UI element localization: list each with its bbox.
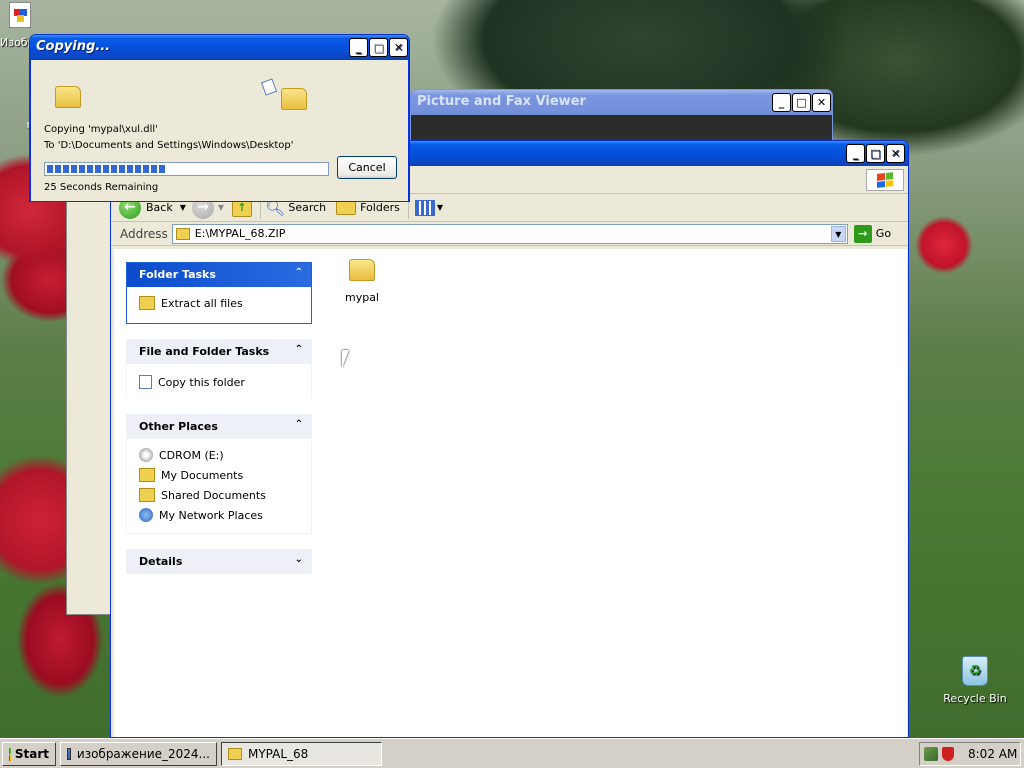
mouse-cursor (342, 350, 349, 368)
copying-filename: Copying 'mypal\xul.dll' (44, 124, 158, 135)
maximize-button[interactable]: □ (792, 93, 811, 112)
network-places-icon (139, 508, 153, 522)
copy-icon (139, 375, 152, 389)
background-window[interactable] (66, 180, 114, 615)
start-button[interactable]: Start (2, 742, 56, 766)
other-places-cdrom[interactable]: CDROM (E:) (139, 445, 299, 465)
other-places-body: CDROM (E:) My Documents Shared Documents… (127, 439, 311, 531)
copying-destination: To 'D:\Documents and Settings\Windows\De… (44, 140, 294, 151)
address-field[interactable]: E:\MYPAL_68.ZIP ▼ (171, 223, 848, 244)
other-places-header[interactable]: Other Places ⌃ (127, 415, 311, 439)
collapse-chevron-icon[interactable]: ⌃ (295, 267, 303, 278)
zip-folder-icon (175, 227, 190, 240)
image-file-icon (9, 2, 31, 28)
copy-this-folder-link[interactable]: Copy this folder (139, 372, 299, 392)
folder-tasks-body: Extract all files (127, 287, 311, 319)
expand-chevron-icon[interactable]: ⌄ (295, 554, 303, 565)
other-places-pane: Other Places ⌃ CDROM (E:) My Documents S… (126, 414, 312, 534)
copying-dialog-body: Copying 'mypal\xul.dll' To 'D:\Documents… (30, 60, 409, 201)
copying-dialog-title: Copying... (36, 39, 111, 54)
cdrom-icon (139, 448, 153, 462)
time-remaining: 25 Seconds Remaining (44, 182, 159, 193)
chevron-down-icon[interactable]: ▼ (218, 203, 224, 212)
destination-folder-icon (281, 88, 307, 110)
folders-button[interactable]: Folders (336, 200, 400, 215)
other-places-my-documents[interactable]: My Documents (139, 465, 299, 485)
fax-viewer-title: Picture and Fax Viewer (417, 94, 586, 109)
chevron-down-icon[interactable]: ▼ (180, 203, 186, 212)
folder-tasks-header[interactable]: Folder Tasks ⌃ (127, 263, 311, 287)
shared-documents-icon (139, 488, 155, 502)
maximize-button[interactable]: □ (369, 38, 388, 57)
extract-all-files-link[interactable]: Extract all files (139, 293, 299, 313)
folder-icon (349, 259, 375, 281)
file-item-mypal[interactable]: mypal (340, 257, 384, 304)
recycle-bin[interactable]: ♻ Recycle Bin (940, 656, 1010, 705)
views-button[interactable]: ▼ (414, 199, 443, 216)
details-header[interactable]: Details ⌄ (127, 550, 311, 574)
copy-progress-bar (44, 162, 329, 176)
go-button[interactable]: → Go (853, 224, 891, 243)
address-dropdown-button[interactable]: ▼ (830, 225, 846, 242)
cancel-button[interactable]: Cancel (337, 156, 397, 179)
file-folder-tasks-header[interactable]: File and Folder Tasks ⌃ (127, 340, 311, 364)
recycle-bin-icon: ♻ (962, 656, 988, 686)
file-folder-tasks-pane: File and Folder Tasks ⌃ Copy this folder (126, 339, 312, 400)
file-folder-tasks-body: Copy this folder (127, 364, 311, 400)
minimize-button[interactable]: _ (349, 38, 368, 57)
copying-dialog[interactable]: Copying... _ □ ✕ Copying 'mypal\xul.dll'… (29, 34, 410, 202)
fax-viewer-titlebar[interactable]: Picture and Fax Viewer _ □ ✕ (411, 90, 832, 115)
system-tray: 8:02 AM (919, 742, 1021, 766)
collapse-chevron-icon[interactable]: ⌃ (295, 344, 303, 355)
taskbar-task-image[interactable]: изображение_2024... (60, 742, 217, 766)
windows-logo-icon (866, 169, 904, 191)
my-documents-icon (139, 468, 155, 482)
details-pane: Details ⌄ (126, 549, 312, 574)
copy-progress-fill (47, 165, 167, 173)
network-tray-icon[interactable] (924, 747, 938, 761)
address-bar: Address E:\MYPAL_68.ZIP ▼ → Go (111, 222, 908, 246)
address-label: Address (120, 226, 168, 241)
clock: 8:02 AM (968, 747, 1018, 761)
minimize-button[interactable]: _ (846, 144, 865, 163)
image-viewer-icon (67, 748, 71, 760)
address-value: E:\MYPAL_68.ZIP (194, 227, 286, 240)
windows-logo-icon (9, 747, 11, 761)
maximize-button[interactable]: □ (866, 144, 885, 163)
source-folder-icon (55, 86, 81, 108)
copying-dialog-titlebar[interactable]: Copying... _ □ ✕ (30, 35, 409, 60)
flying-paper-icon (260, 78, 278, 96)
close-button[interactable]: ✕ (886, 144, 905, 163)
file-item-label: mypal (344, 291, 379, 304)
close-button[interactable]: ✕ (812, 93, 831, 112)
chevron-down-icon[interactable]: ▼ (437, 203, 443, 212)
taskbar-task-mypal[interactable]: MYPAL_68 (221, 742, 382, 766)
collapse-chevron-icon[interactable]: ⌃ (295, 419, 303, 430)
views-icon (414, 199, 435, 216)
taskbar: Start изображение_2024... MYPAL_68 8:02 … (0, 738, 1024, 768)
security-shield-icon[interactable] (942, 747, 954, 761)
close-button[interactable]: ✕ (389, 38, 408, 57)
other-places-my-network-places[interactable]: My Network Places (139, 505, 299, 525)
extract-icon (139, 296, 155, 310)
other-places-shared-documents[interactable]: Shared Documents (139, 485, 299, 505)
go-arrow-icon: → (853, 224, 872, 243)
folder-icon (336, 200, 357, 215)
minimize-button[interactable]: _ (772, 93, 791, 112)
recycle-bin-label: Recycle Bin (943, 692, 1007, 705)
zip-folder-icon (228, 748, 242, 760)
folder-tasks-pane: Folder Tasks ⌃ Extract all files (126, 262, 312, 324)
